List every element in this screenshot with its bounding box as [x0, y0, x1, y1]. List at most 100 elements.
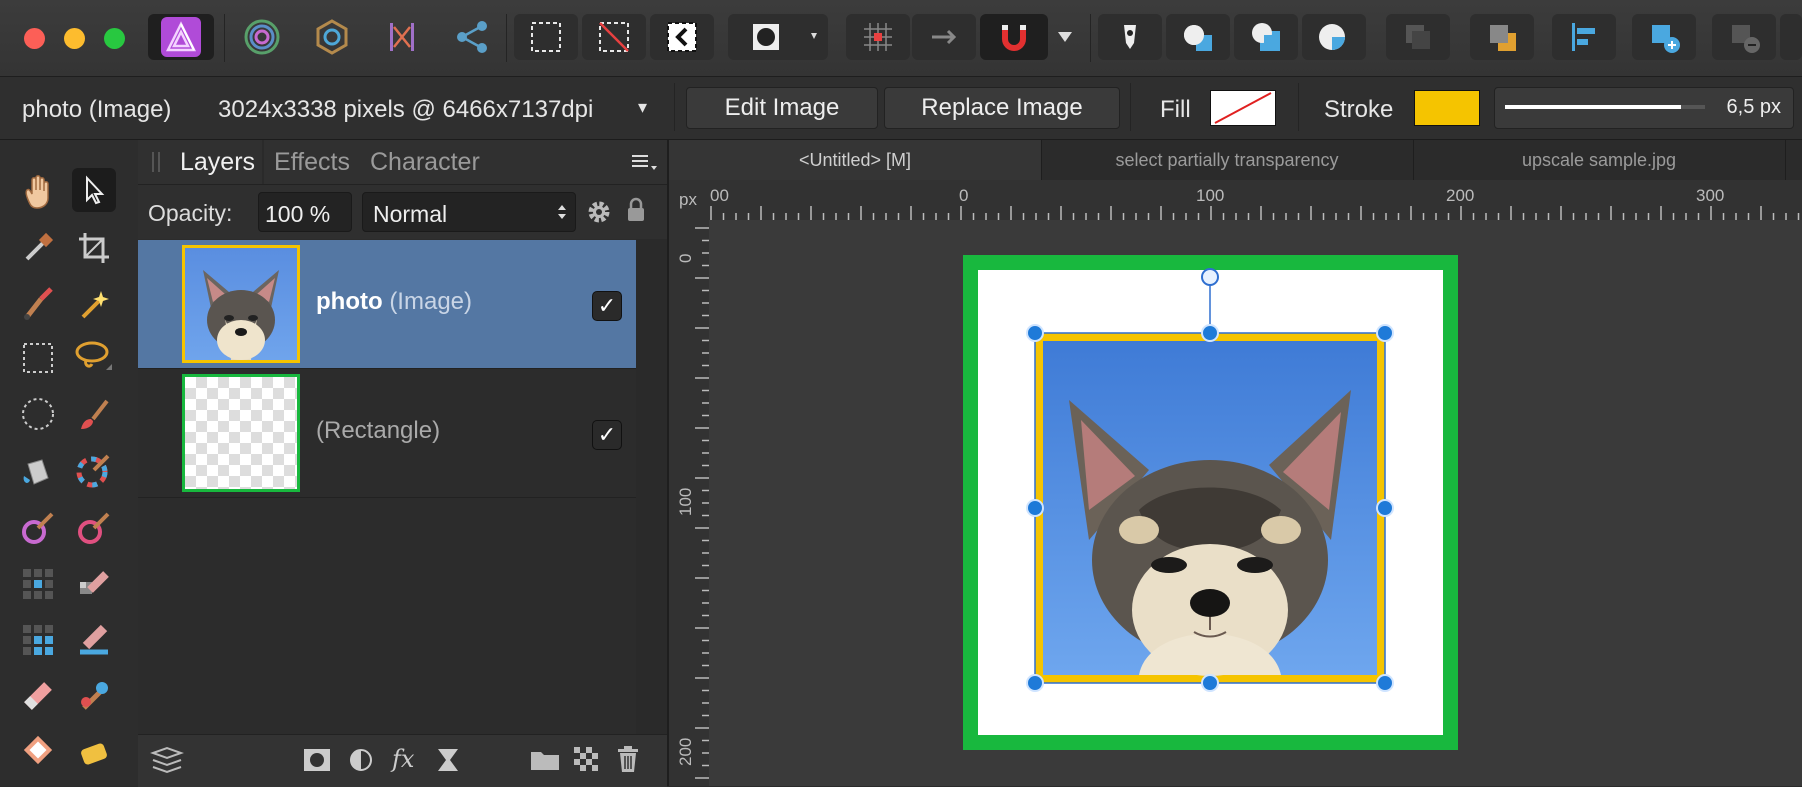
- lock-icon[interactable]: [626, 197, 646, 223]
- layer-visibility-checkbox[interactable]: ✓: [592, 420, 622, 450]
- snapping-magnet-icon[interactable]: [980, 14, 1048, 60]
- resize-handle-bottom-left[interactable]: [1026, 674, 1044, 692]
- trash-icon[interactable]: [616, 745, 640, 773]
- paint-brush-tool-icon[interactable]: [16, 282, 60, 326]
- panel-menu-icon[interactable]: [632, 154, 658, 172]
- canvas-view[interactable]: px 00 0 100 200 300 0 100 200: [669, 180, 1802, 786]
- adjustment-layer-icon[interactable]: [348, 747, 374, 773]
- top-toolbar: [0, 0, 1802, 77]
- mask-mode-icon[interactable]: [728, 14, 828, 60]
- blend-mode-select[interactable]: Normal: [362, 192, 576, 232]
- brush-tool-icon[interactable]: [72, 392, 116, 436]
- layers-stack-icon[interactable]: [150, 745, 184, 775]
- grid-snap-icon[interactable]: [846, 14, 910, 60]
- resize-handle-top-left[interactable]: [1026, 324, 1044, 342]
- lasso-tool-icon[interactable]: [72, 336, 116, 380]
- fill-swatch[interactable]: [1210, 90, 1276, 126]
- resize-handle-top-right[interactable]: [1376, 324, 1394, 342]
- resize-handle-left[interactable]: [1026, 499, 1044, 517]
- dropdown-arrow-icon[interactable]: [1050, 14, 1080, 60]
- layer-thumbnail: [182, 374, 300, 492]
- panel-grip-icon[interactable]: [152, 152, 160, 172]
- persona-pixel-icon[interactable]: [234, 14, 290, 60]
- pixel-layer-icon[interactable]: [574, 747, 598, 771]
- tab-layers[interactable]: Layers: [180, 148, 255, 177]
- overflow-toolbar-icon[interactable]: [1780, 14, 1802, 60]
- ruler-h-label: 100: [1196, 186, 1224, 205]
- rotation-handle[interactable]: [1201, 268, 1219, 286]
- gear-icon[interactable]: [586, 199, 612, 225]
- pixel-info-dropdown[interactable]: ▾: [638, 97, 647, 118]
- zoom-window-button[interactable]: [104, 28, 125, 49]
- minimize-window-button[interactable]: [64, 28, 85, 49]
- stroke-pen-icon[interactable]: [1098, 14, 1162, 60]
- stroke-swatch[interactable]: [1414, 90, 1480, 126]
- remove-layer-icon[interactable]: [1712, 14, 1776, 60]
- color-wheel-tool-icon[interactable]: [72, 450, 116, 494]
- mask-layer-icon[interactable]: [302, 747, 332, 773]
- puppy-photo[interactable]: [1035, 333, 1385, 683]
- elliptical-marquee-tool-icon[interactable]: [16, 392, 60, 436]
- red-eye-tool-icon[interactable]: [16, 728, 60, 772]
- resize-handle-top[interactable]: [1201, 324, 1219, 342]
- layer-options-bar: Opacity: 100 % Normal: [138, 185, 667, 239]
- color-picker-tool-icon[interactable]: [16, 226, 60, 270]
- fill-label: Fill: [1160, 96, 1191, 123]
- marquee-icon[interactable]: [514, 14, 578, 60]
- dodge-brush-tool-icon[interactable]: [16, 506, 60, 550]
- tab-character[interactable]: Character: [370, 148, 480, 177]
- sponge-tool-icon[interactable]: [72, 728, 116, 772]
- background-eraser-tool-icon[interactable]: [72, 618, 116, 662]
- burn-brush-tool-icon[interactable]: [72, 506, 116, 550]
- layer-row-rectangle[interactable]: (Rectangle) ✓: [138, 369, 636, 498]
- tab-untitled[interactable]: <Untitled> [M]: [669, 140, 1042, 180]
- magic-wand-tool-icon[interactable]: [72, 282, 116, 326]
- move-tool-icon[interactable]: [72, 168, 116, 212]
- rectangular-marquee-tool-icon[interactable]: [16, 336, 60, 380]
- resize-handle-right[interactable]: [1376, 499, 1394, 517]
- blend-mode-value: Normal: [373, 201, 448, 227]
- close-window-button[interactable]: [24, 28, 45, 49]
- tab-upscale-sample[interactable]: upscale sample.jpg: [1413, 140, 1786, 180]
- stroke-width-slider[interactable]: 6,5 px: [1494, 87, 1794, 129]
- crop-tool-icon[interactable]: [72, 226, 116, 270]
- vertical-ruler: [669, 180, 709, 786]
- boolean-intersect-icon[interactable]: [1302, 14, 1366, 60]
- align-left-icon[interactable]: [1552, 14, 1616, 60]
- patch-tool-icon[interactable]: [16, 618, 60, 662]
- invert-selection-icon[interactable]: [650, 14, 714, 60]
- layer-type-text: (Image): [389, 288, 472, 315]
- insert-layer-icon[interactable]: [1632, 14, 1696, 60]
- boolean-add-icon[interactable]: [1166, 14, 1230, 60]
- tab-select-partially-transparency[interactable]: select partially transparency: [1041, 140, 1414, 180]
- eraser-tool-icon[interactable]: [16, 674, 60, 718]
- deselect-icon[interactable]: [582, 14, 646, 60]
- erase-tool-icon[interactable]: [72, 562, 116, 606]
- hand-tool-icon[interactable]: [16, 170, 60, 214]
- edit-image-button[interactable]: Edit Image: [686, 87, 878, 129]
- layer-visibility-checkbox[interactable]: ✓: [592, 291, 622, 321]
- arrange-front-icon[interactable]: [1470, 14, 1534, 60]
- flood-fill-tool-icon[interactable]: [16, 450, 60, 494]
- resize-handle-bottom-right[interactable]: [1376, 674, 1394, 692]
- affinity-photo-logo[interactable]: [148, 14, 214, 60]
- tab-effects[interactable]: Effects: [274, 148, 350, 177]
- align-move-icon[interactable]: [912, 14, 976, 60]
- blemish-removal-tool-icon[interactable]: [72, 674, 116, 718]
- replace-image-button[interactable]: Replace Image: [884, 87, 1120, 129]
- stroke-width-value: 6,5 px: [1726, 96, 1781, 118]
- opacity-label: Opacity:: [148, 200, 233, 226]
- folder-icon[interactable]: [530, 749, 560, 771]
- opacity-field[interactable]: 100 %: [258, 192, 352, 232]
- live-filter-icon[interactable]: [436, 747, 460, 773]
- persona-export-icon[interactable]: [304, 14, 360, 60]
- layer-row-photo[interactable]: photo (Image) ✓: [138, 240, 636, 369]
- boolean-subtract-icon[interactable]: [1234, 14, 1298, 60]
- fx-icon[interactable]: fx: [392, 745, 414, 773]
- layers-scrollbar[interactable]: [636, 239, 667, 734]
- resize-handle-bottom[interactable]: [1201, 674, 1219, 692]
- pixel-grid-tool-icon[interactable]: [16, 562, 60, 606]
- arrange-back-icon[interactable]: [1386, 14, 1450, 60]
- share-icon[interactable]: [444, 14, 500, 60]
- persona-tone-icon[interactable]: [374, 14, 430, 60]
